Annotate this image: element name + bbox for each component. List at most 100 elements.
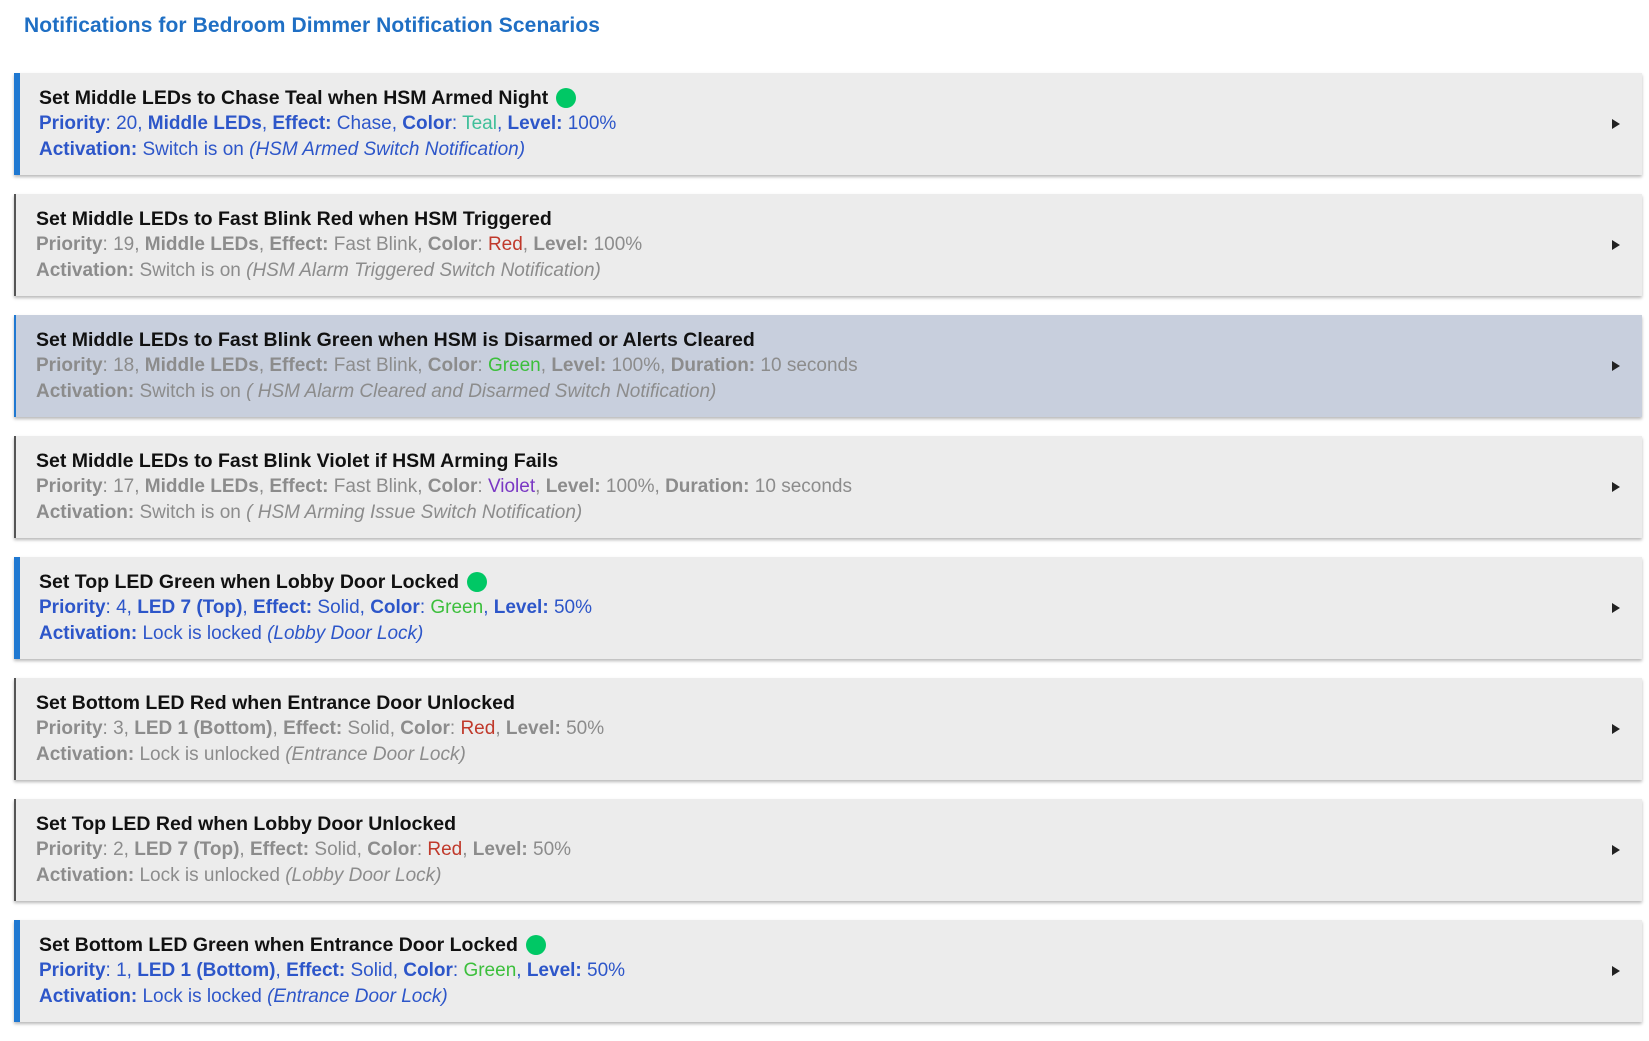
green-dot-icon bbox=[467, 572, 488, 592]
notification-card[interactable]: Set Middle LEDs to Fast Blink Green when… bbox=[14, 315, 1642, 417]
priority-label: Priority bbox=[36, 839, 103, 860]
effect-value: Chase bbox=[336, 113, 392, 134]
effect-value: Fast Blink bbox=[333, 234, 418, 255]
chevron-right-icon[interactable] bbox=[1612, 482, 1620, 492]
effect-label: Effect: bbox=[283, 718, 343, 739]
priority-value: 18 bbox=[113, 355, 135, 376]
separator: , bbox=[242, 597, 253, 618]
notification-title-row: Set Top LED Green when Lobby Door Locked bbox=[39, 569, 1582, 595]
separator: : bbox=[105, 597, 117, 618]
activation-value: Lock is unlocked bbox=[139, 865, 280, 886]
separator: , bbox=[275, 960, 287, 981]
color-value: Green bbox=[430, 597, 484, 618]
priority-label: Priority bbox=[39, 113, 106, 134]
separator: , bbox=[417, 234, 428, 255]
separator: , bbox=[660, 355, 671, 376]
notification-title-row: Set Bottom LED Green when Entrance Door … bbox=[39, 932, 1582, 958]
chevron-right-icon[interactable] bbox=[1612, 119, 1620, 129]
leds-value: Middle LEDs bbox=[144, 355, 259, 376]
separator: : bbox=[416, 839, 428, 860]
effect-label: Effect: bbox=[272, 113, 332, 134]
separator: , bbox=[261, 113, 273, 134]
notification-title: Set Top LED Red when Lobby Door Unlocked bbox=[36, 812, 456, 835]
notification-title: Set Middle LEDs to Fast Blink Red when H… bbox=[36, 207, 552, 230]
notification-title-row: Set Middle LEDs to Fast Blink Red when H… bbox=[36, 206, 1582, 232]
separator: , bbox=[126, 597, 138, 618]
chevron-right-icon[interactable] bbox=[1612, 240, 1620, 250]
activation-source: ( HSM Arming Issue Switch Notification) bbox=[246, 502, 583, 523]
notification-title: Set Top LED Green when Lobby Door Locked bbox=[39, 570, 460, 593]
priority-value: 20 bbox=[116, 113, 138, 134]
green-dot-icon bbox=[525, 935, 546, 955]
notification-card[interactable]: Set Bottom LED Red when Entrance Door Un… bbox=[14, 678, 1642, 780]
notification-title-row: Set Middle LEDs to Fast Blink Violet if … bbox=[36, 448, 1582, 474]
chevron-right-icon[interactable] bbox=[1612, 966, 1620, 976]
separator: , bbox=[123, 839, 135, 860]
color-label: Color bbox=[367, 839, 417, 860]
priority-label: Priority bbox=[36, 718, 103, 739]
notification-card[interactable]: Set Top LED Green when Lobby Door Locked… bbox=[14, 557, 1642, 659]
effect-value: Solid bbox=[317, 597, 360, 618]
level-label: Level: bbox=[526, 960, 582, 981]
color-value: Red bbox=[487, 234, 523, 255]
separator: , bbox=[417, 476, 428, 497]
separator: , bbox=[654, 476, 666, 497]
priority-label: Priority bbox=[36, 355, 103, 376]
level-value: 50% bbox=[587, 960, 626, 981]
color-label: Color bbox=[400, 718, 450, 739]
activation-label: Activation: bbox=[36, 865, 135, 886]
color-label: Color bbox=[427, 355, 478, 376]
level-value: 50% bbox=[566, 718, 605, 739]
notification-card[interactable]: Set Bottom LED Green when Entrance Door … bbox=[14, 920, 1642, 1022]
notification-activation: Activation: Lock is unlocked (Lobby Door… bbox=[36, 863, 1582, 889]
color-label: Color bbox=[403, 960, 453, 981]
activation-value: Switch is on bbox=[139, 381, 241, 402]
separator: , bbox=[134, 476, 145, 497]
chevron-right-icon[interactable] bbox=[1612, 845, 1620, 855]
effect-value: Solid bbox=[350, 960, 393, 981]
notification-card[interactable]: Set Middle LEDs to Fast Blink Red when H… bbox=[14, 194, 1642, 296]
color-value: Teal bbox=[462, 113, 497, 134]
chevron-right-icon[interactable] bbox=[1612, 724, 1620, 734]
separator: , bbox=[392, 960, 404, 981]
effect-value: Fast Blink bbox=[333, 476, 418, 497]
notification-activation: Activation: Lock is unlocked (Entrance D… bbox=[36, 742, 1582, 768]
separator: , bbox=[356, 839, 368, 860]
effect-label: Effect: bbox=[269, 234, 329, 255]
separator: , bbox=[239, 839, 250, 860]
activation-label: Activation: bbox=[39, 986, 138, 1007]
notification-card-body: Set Middle LEDs to Fast Blink Violet if … bbox=[36, 448, 1582, 526]
notification-details: Priority: 17, Middle LEDs, Effect: Fast … bbox=[36, 474, 1582, 500]
separator: : bbox=[102, 476, 114, 497]
separator: , bbox=[495, 718, 506, 739]
notification-details: Priority: 20, Middle LEDs, Effect: Chase… bbox=[39, 111, 1582, 137]
effect-value: Solid bbox=[314, 839, 357, 860]
activation-value: Lock is unlocked bbox=[139, 744, 280, 765]
separator: : bbox=[102, 718, 114, 739]
color-value: Red bbox=[427, 839, 463, 860]
leds-value: LED 1 (Bottom) bbox=[134, 718, 273, 739]
priority-label: Priority bbox=[36, 234, 103, 255]
chevron-right-icon[interactable] bbox=[1612, 361, 1620, 371]
activation-source: (HSM Alarm Triggered Switch Notification… bbox=[246, 260, 601, 281]
color-value: Green bbox=[487, 355, 541, 376]
priority-label: Priority bbox=[39, 960, 106, 981]
chevron-right-icon[interactable] bbox=[1612, 603, 1620, 613]
priority-value: 3 bbox=[113, 718, 124, 739]
level-label: Level: bbox=[551, 355, 607, 376]
leds-value: LED 1 (Bottom) bbox=[137, 960, 276, 981]
activation-value: Switch is on bbox=[139, 260, 241, 281]
leds-value: LED 7 (Top) bbox=[137, 597, 243, 618]
separator: , bbox=[137, 113, 148, 134]
activation-source: (Lobby Door Lock) bbox=[285, 865, 442, 886]
notification-details: Priority: 19, Middle LEDs, Effect: Fast … bbox=[36, 232, 1582, 258]
notification-card[interactable]: Set Middle LEDs to Chase Teal when HSM A… bbox=[14, 73, 1642, 175]
notification-card[interactable]: Set Middle LEDs to Fast Blink Violet if … bbox=[14, 436, 1642, 538]
separator: : bbox=[419, 597, 431, 618]
notification-card-body: Set Top LED Green when Lobby Door Locked… bbox=[39, 569, 1582, 647]
leds-value: Middle LEDs bbox=[147, 113, 262, 134]
level-label: Level: bbox=[545, 476, 601, 497]
color-value: Red bbox=[460, 718, 496, 739]
notification-card[interactable]: Set Top LED Red when Lobby Door Unlocked… bbox=[14, 799, 1642, 901]
activation-value: Switch is on bbox=[139, 502, 241, 523]
